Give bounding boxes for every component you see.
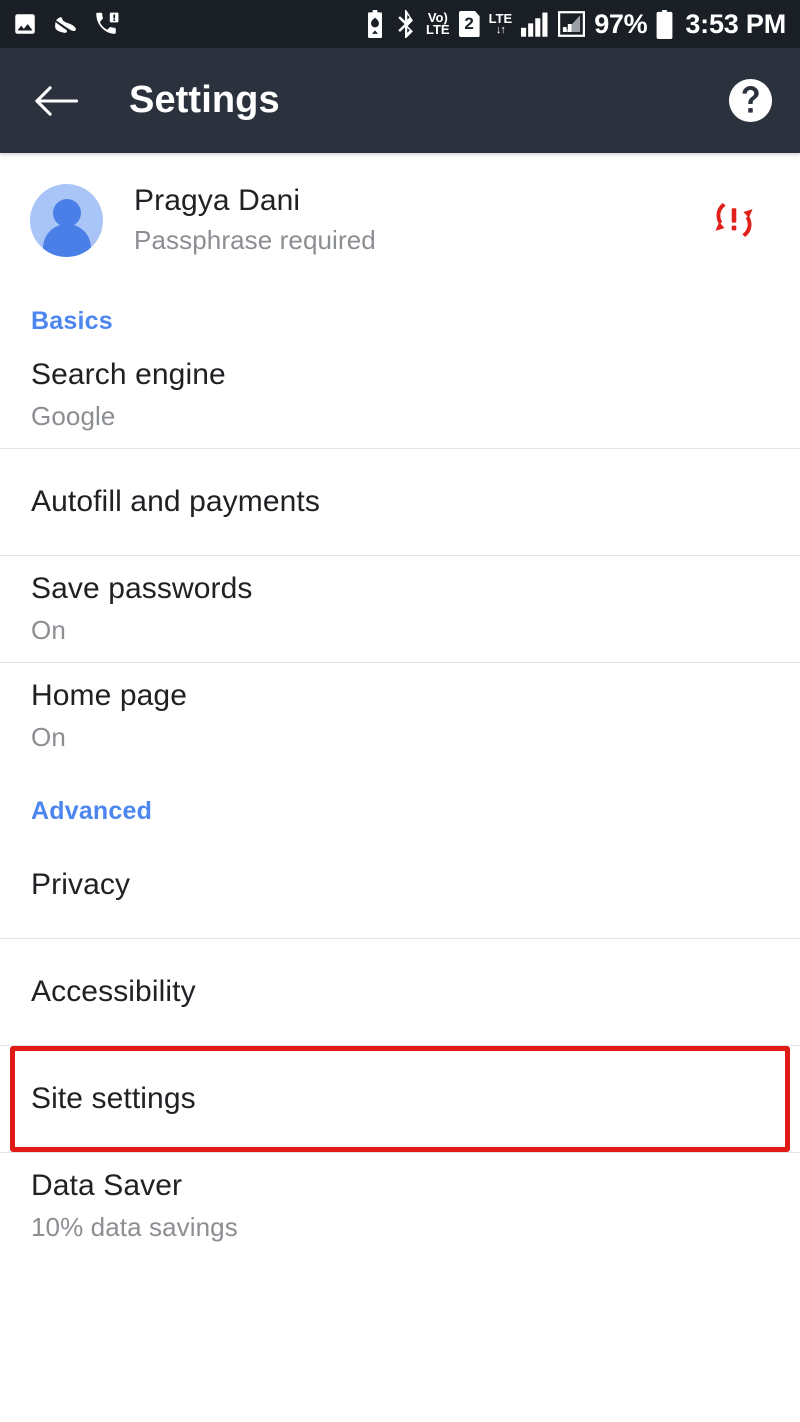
settings-row-privacy[interactable]: Privacy [0, 832, 800, 938]
image-icon [12, 11, 38, 37]
account-name: Pragya Dani [134, 184, 301, 218]
row-subtitle: On [31, 615, 66, 646]
row-title: Data Saver [31, 1169, 183, 1203]
battery-icon [656, 9, 673, 39]
volte-icon: Vo) LTE [426, 10, 450, 37]
status-bar: Vo) LTE 2 LTE ↓↑ 97% 3:53 PM [0, 0, 800, 48]
person-avatar-icon [30, 183, 103, 257]
row-title: Save passwords [31, 572, 253, 606]
settings-row-data-saver[interactable]: Data Saver 10% data savings [0, 1153, 800, 1259]
bluetooth-icon [395, 9, 417, 39]
row-subtitle: 10% data savings [31, 1212, 238, 1243]
settings-list: Pragya Dani Passphrase required Basics S… [0, 153, 800, 1422]
account-text: Pragya Dani Passphrase required [134, 183, 710, 256]
settings-row-home-page[interactable]: Home page On [0, 663, 800, 769]
status-bar-notifications [12, 11, 119, 37]
settings-row-save-passwords[interactable]: Save passwords On [0, 556, 800, 662]
phone-alert-icon [93, 11, 119, 37]
phone-screen: Vo) LTE 2 LTE ↓↑ 97% 3:53 PM Settings Pr… [0, 0, 800, 1422]
status-bar-system-icons: Vo) LTE 2 LTE ↓↑ 97% 3:53 PM [364, 8, 786, 39]
settings-row-site-settings[interactable]: Site settings [0, 1046, 800, 1152]
settings-row-site-settings-wrapper: Site settings [0, 1046, 800, 1152]
row-title: Accessibility [31, 975, 196, 1008]
row-title: Site settings [31, 1082, 196, 1115]
help-button[interactable] [722, 73, 778, 129]
settings-row-autofill-and-payments[interactable]: Autofill and payments [0, 449, 800, 555]
row-title: Home page [31, 679, 187, 713]
page-title: Settings [129, 79, 280, 121]
row-subtitle: Google [31, 401, 116, 432]
sim-2-icon: 2 [458, 11, 480, 37]
shoe-icon [52, 11, 79, 37]
signal-bars-icon [521, 11, 549, 37]
battery-percent-label: 97% [594, 8, 648, 39]
row-title: Privacy [31, 868, 131, 901]
row-subtitle: On [31, 722, 66, 753]
section-header-basics: Basics [31, 307, 113, 335]
signal-bars-secondary-icon [558, 11, 586, 37]
app-toolbar: Settings [0, 48, 800, 153]
row-title: Autofill and payments [31, 485, 320, 518]
settings-row-accessibility[interactable]: Accessibility [0, 939, 800, 1045]
battery-saver-icon [364, 10, 386, 38]
back-button[interactable] [30, 75, 82, 127]
settings-row-search-engine[interactable]: Search engine Google [0, 342, 800, 448]
row-title: Search engine [31, 358, 226, 392]
account-row[interactable]: Pragya Dani Passphrase required [0, 153, 800, 285]
lte-data-icon: LTE ↓↑ [488, 10, 513, 36]
account-status: Passphrase required [134, 225, 376, 256]
sync-error-icon[interactable] [710, 196, 758, 244]
section-header-advanced: Advanced [31, 797, 153, 825]
avatar-head [52, 198, 81, 227]
clock-label: 3:53 PM [685, 8, 786, 39]
avatar-body [42, 223, 91, 257]
